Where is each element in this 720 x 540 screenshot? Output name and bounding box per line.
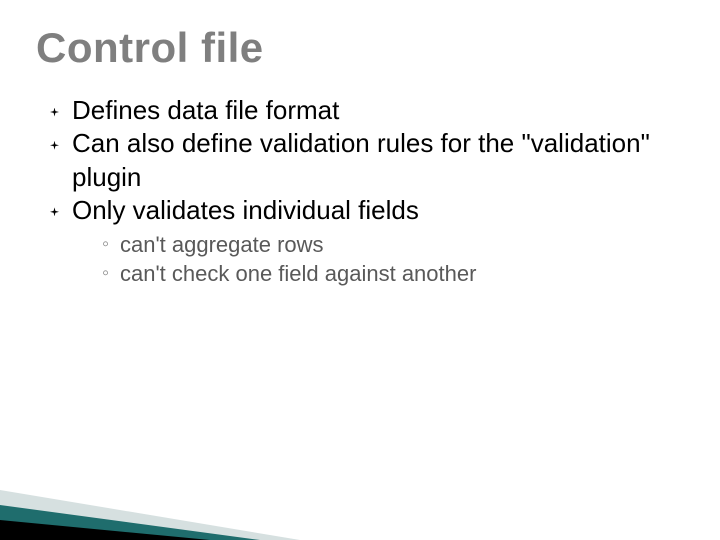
list-item-text: Only validates individual fields [72, 195, 419, 225]
sub-list-item: can't check one field against another [102, 260, 684, 289]
corner-decoration [0, 420, 360, 540]
sub-list-item: can't aggregate rows [102, 231, 684, 260]
slide-title: Control file [36, 24, 684, 72]
bullet-list: Defines data file format Can also define… [36, 94, 684, 288]
list-item: Only validates individual fields can't a… [50, 194, 684, 288]
list-item-text: Defines data file format [72, 95, 339, 125]
list-item: Defines data file format [50, 94, 684, 127]
sub-list-item-text: can't check one field against another [120, 261, 476, 286]
slide: Control file Defines data file format Ca… [0, 0, 720, 540]
list-item: Can also define validation rules for the… [50, 127, 684, 194]
list-item-text: Can also define validation rules for the… [72, 128, 650, 191]
sub-list-item-text: can't aggregate rows [120, 232, 324, 257]
sub-bullet-list: can't aggregate rows can't check one fie… [72, 227, 684, 288]
